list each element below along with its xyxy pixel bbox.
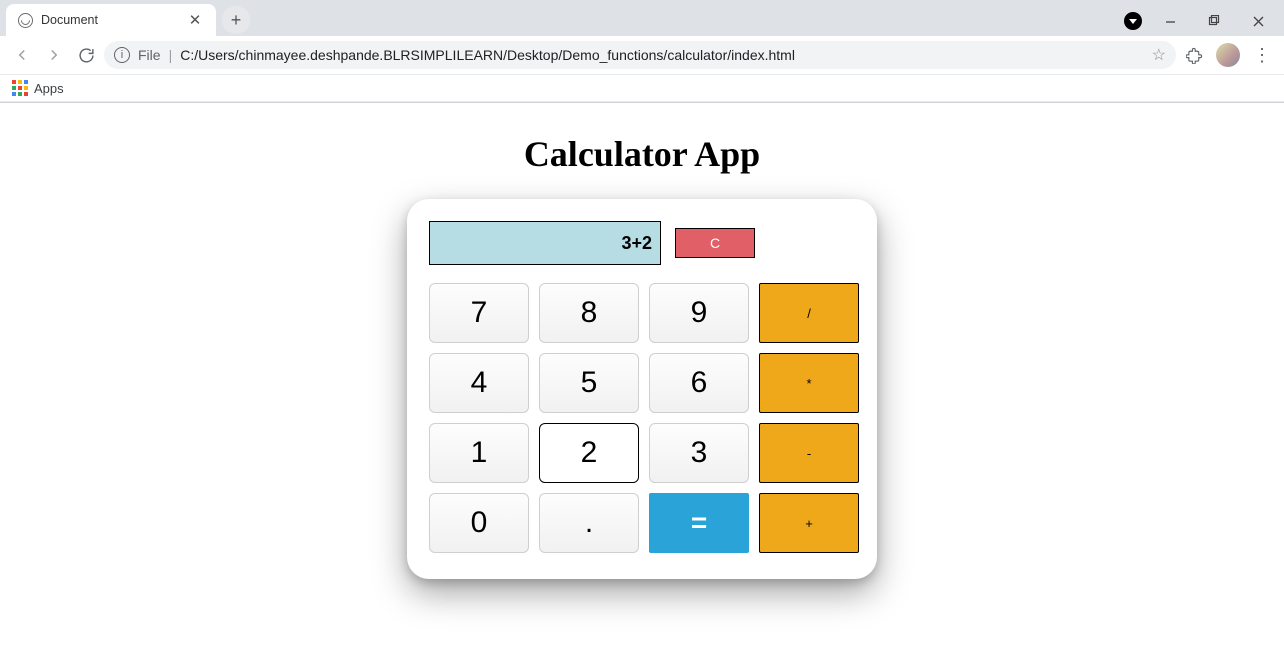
key-8[interactable]: 8 <box>539 283 639 343</box>
apps-label[interactable]: Apps <box>34 81 64 96</box>
key-add[interactable]: + <box>759 493 859 553</box>
calculator-panel: C 7 8 9 / 4 5 6 * 1 2 3 - 0 . = + <box>407 199 877 579</box>
key-5[interactable]: 5 <box>539 353 639 413</box>
new-tab-button[interactable]: + <box>222 6 250 34</box>
reload-button[interactable] <box>72 41 100 69</box>
clear-button[interactable]: C <box>675 228 755 258</box>
minimize-button[interactable] <box>1148 6 1192 36</box>
back-button[interactable] <box>8 41 36 69</box>
key-6[interactable]: 6 <box>649 353 749 413</box>
key-3[interactable]: 3 <box>649 423 749 483</box>
key-1[interactable]: 1 <box>429 423 529 483</box>
key-4[interactable]: 4 <box>429 353 529 413</box>
key-equals[interactable]: = <box>649 493 749 553</box>
browser-menu-button[interactable]: ⋮ <box>1248 41 1276 69</box>
keypad: 7 8 9 / 4 5 6 * 1 2 3 - 0 . = + <box>429 283 855 553</box>
profile-avatar[interactable] <box>1216 43 1240 67</box>
browser-tab[interactable]: Document ✕ <box>6 4 216 36</box>
calculator-display[interactable] <box>429 221 661 265</box>
url-separator: | <box>169 47 173 63</box>
key-2[interactable]: 2 <box>539 423 639 483</box>
key-subtract[interactable]: - <box>759 423 859 483</box>
key-multiply[interactable]: * <box>759 353 859 413</box>
page-title: Calculator App <box>0 133 1284 175</box>
bookmark-star-icon[interactable]: ☆ <box>1152 45 1166 65</box>
bookmark-bar: Apps <box>0 74 1284 102</box>
key-divide[interactable]: / <box>759 283 859 343</box>
tab-strip: Document ✕ + <box>0 0 1284 36</box>
profile-badge-icon[interactable] <box>1124 12 1142 30</box>
key-dot[interactable]: . <box>539 493 639 553</box>
close-tab-icon[interactable]: ✕ <box>186 11 204 29</box>
maximize-button[interactable] <box>1192 6 1236 36</box>
browser-chrome: Document ✕ + i File | C:/Users/chinmayee… <box>0 0 1284 103</box>
browser-toolbar: i File | C:/Users/chinmayee.deshpande.BL… <box>0 36 1284 74</box>
window-controls <box>1124 6 1284 36</box>
display-row: C <box>429 221 855 265</box>
page-body: Calculator App C 7 8 9 / 4 5 6 * 1 2 3 -… <box>0 103 1284 579</box>
apps-icon[interactable] <box>12 80 28 96</box>
forward-button[interactable] <box>40 41 68 69</box>
tab-title: Document <box>41 13 98 27</box>
address-bar[interactable]: i File | C:/Users/chinmayee.deshpande.BL… <box>104 41 1176 69</box>
key-0[interactable]: 0 <box>429 493 529 553</box>
globe-icon <box>18 13 33 28</box>
extensions-icon[interactable] <box>1180 41 1208 69</box>
key-9[interactable]: 9 <box>649 283 749 343</box>
close-window-button[interactable] <box>1236 6 1280 36</box>
info-icon: i <box>114 47 130 63</box>
url-scheme: File <box>138 47 161 63</box>
url-path: C:/Users/chinmayee.deshpande.BLRSIMPLILE… <box>180 47 795 63</box>
key-7[interactable]: 7 <box>429 283 529 343</box>
